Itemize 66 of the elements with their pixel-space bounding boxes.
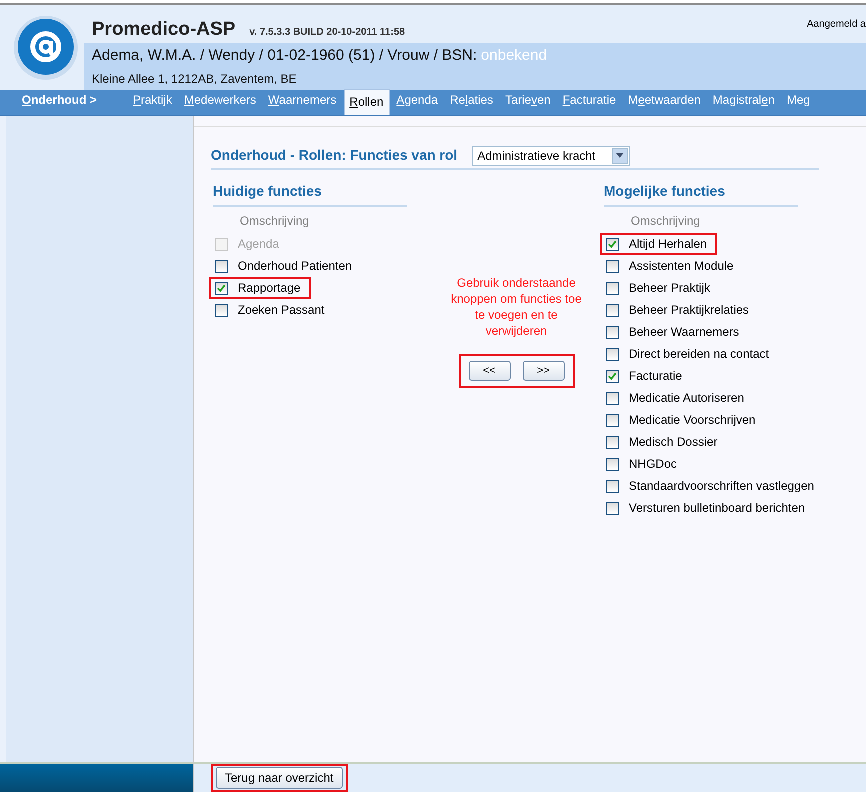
column-label: Omschrijving <box>631 213 700 230</box>
nav-tab[interactable]: Meg <box>782 91 816 115</box>
check-icon <box>217 284 226 292</box>
function-label: Beheer Waarnemers <box>629 324 740 341</box>
function-label: Standaardvoorschriften vastleggen <box>629 478 814 495</box>
nav-section[interactable]: Onderhoud > <box>0 91 128 115</box>
instruction-text: Gebruik onderstaande knoppen om functies toe te voegen en te verwijderen <box>450 275 583 339</box>
function-label: Assistenten Module <box>629 258 734 275</box>
function-label: Beheer Praktijk <box>629 280 710 297</box>
function-label: Direct bereiden na contact <box>629 346 770 363</box>
app-title: Promedico-ASP <box>92 20 236 42</box>
patient-address: Kleine Allee 1, 1212AB, Zaventem, BE <box>92 70 297 88</box>
nav-tab[interactable]: Agenda <box>392 91 444 115</box>
function-label: Zoeken Passant <box>238 302 325 319</box>
checkbox[interactable] <box>606 238 619 250</box>
function-label: Rapportage <box>238 280 301 297</box>
nav-tab[interactable]: Relaties <box>445 91 498 115</box>
page-title: Onderhoud - Rollen: Functies van rol <box>211 146 458 165</box>
checkbox[interactable] <box>606 436 619 448</box>
logo-icon <box>13 14 79 80</box>
checkbox[interactable] <box>606 392 619 404</box>
check-icon <box>608 240 617 248</box>
column-heading: Mogelijke functies <box>604 183 726 199</box>
column-heading: Huidige functies <box>213 183 322 199</box>
function-label: Agenda <box>238 236 280 253</box>
checkbox[interactable] <box>606 304 619 316</box>
nav-tab[interactable]: Facturatie <box>558 91 622 115</box>
checkbox[interactable] <box>215 282 228 294</box>
nav-tab[interactable]: Waarnemers <box>263 91 342 115</box>
patient-info: Adema, W.M.A. / Wendy / 01-02-1960 (51) / Vrouw / BSN: <box>92 46 478 66</box>
function-label: Beheer Praktijkrelaties <box>629 302 750 319</box>
back-button[interactable]: Terug naar overzicht <box>216 767 343 789</box>
nav-tab[interactable]: Rollen <box>344 89 390 115</box>
move-button[interactable]: >> <box>522 361 564 381</box>
role-select[interactable]: Administratieve kracht <box>472 146 630 166</box>
check-icon <box>608 372 617 380</box>
checkbox[interactable] <box>606 480 619 492</box>
function-label: NHGDoc <box>629 456 678 473</box>
function-label: Versturen bulletinboard berichten <box>629 500 806 517</box>
login-label: Aangemeld a <box>807 18 866 32</box>
move-button[interactable]: << <box>468 361 510 381</box>
checkbox[interactable] <box>606 370 619 382</box>
version-label: v. 7.5.3.3 BUILD 20-10-2011 11:58 <box>250 26 406 40</box>
checkbox[interactable] <box>606 414 619 426</box>
nav-tab[interactable]: Meetwaarden <box>623 91 706 115</box>
nav-tab[interactable]: Magistralen <box>708 91 780 115</box>
function-label: Medicatie Autoriseren <box>629 390 744 407</box>
nav-tab[interactable]: Medewerkers <box>179 91 262 115</box>
checkbox[interactable] <box>606 458 619 470</box>
bsn-value: onbekend <box>481 46 548 66</box>
function-label: Altijd Herhalen <box>629 236 708 253</box>
checkbox[interactable] <box>606 260 619 272</box>
checkbox[interactable] <box>606 348 619 360</box>
nav-tab[interactable]: Praktijk <box>128 91 178 115</box>
checkbox[interactable] <box>215 304 228 316</box>
checkbox[interactable] <box>606 502 619 514</box>
checkbox[interactable] <box>606 326 619 338</box>
dropdown-arrow-icon <box>616 153 624 158</box>
column-label: Omschrijving <box>240 213 310 230</box>
nav-tab[interactable]: Tarieven <box>500 91 556 115</box>
checkbox[interactable] <box>606 282 619 294</box>
function-label: Facturatie <box>629 368 682 385</box>
function-label: Medisch Dossier <box>629 434 718 451</box>
function-label: Medicatie Voorschrijven <box>629 412 756 429</box>
function-label: Onderhoud Patienten <box>238 258 352 275</box>
checkbox[interactable] <box>215 260 228 272</box>
